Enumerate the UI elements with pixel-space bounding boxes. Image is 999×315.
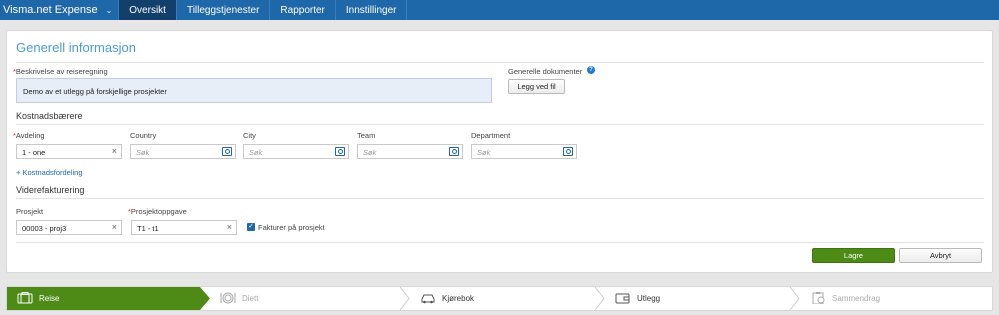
avdeling-input[interactable]: 1 - one ×: [16, 144, 122, 159]
page-title: Generell informasjon: [16, 40, 136, 55]
plate-icon: [220, 292, 236, 306]
description-field[interactable]: Demo av et utlegg på forskjellige prosje…: [16, 78, 492, 103]
clipboard-icon: [810, 291, 826, 306]
country-label: Country: [130, 131, 157, 140]
app-menu[interactable]: Visma.net Expense ⌄: [0, 0, 120, 20]
wizard-steps: Reise Diett Kjørebok Utlegg Sammendrag: [6, 286, 993, 311]
car-icon: [420, 292, 436, 306]
step-arrow: [790, 287, 800, 310]
tab-innstillinger[interactable]: Innstillinger: [336, 0, 408, 20]
step-utlegg[interactable]: Utlegg: [605, 287, 791, 310]
cost-distribution-link[interactable]: + Kostnadsfordeling: [16, 168, 83, 177]
search-icon[interactable]: [222, 147, 232, 156]
country-input[interactable]: Søk: [130, 144, 236, 159]
step-arrow: [595, 287, 605, 310]
project-input[interactable]: 00003 - proj3 ×: [16, 220, 122, 235]
invoice-project-checkbox[interactable]: ✓: [247, 223, 255, 231]
tab-rapporter[interactable]: Rapporter: [270, 0, 336, 20]
step-reise[interactable]: Reise: [7, 287, 200, 310]
step-arrow: [400, 287, 410, 310]
search-icon[interactable]: [335, 147, 345, 156]
city-label: City: [243, 131, 256, 140]
step-diett: Diett: [210, 287, 400, 310]
tab-tilleggstjenester[interactable]: Tilleggstjenester: [177, 0, 271, 20]
app-title: Visma.net Expense: [3, 4, 98, 16]
step-sammendrag: Sammendrag: [800, 287, 990, 310]
add-file-button[interactable]: Legg ved fil: [508, 79, 565, 94]
invoice-project-label: Fakturer på prosjekt: [258, 223, 325, 232]
clear-icon[interactable]: ×: [112, 222, 117, 232]
documents-label: Generelle dokumenter: [508, 67, 583, 76]
team-label: Team: [357, 131, 376, 140]
divider: [16, 62, 984, 63]
department-label: Department: [471, 131, 511, 140]
suitcase-icon: [17, 291, 33, 306]
cancel-button[interactable]: Avbryt: [899, 248, 982, 263]
search-icon[interactable]: [563, 147, 573, 156]
divider: [16, 198, 984, 199]
divider: [16, 124, 984, 125]
general-info-card: Generell informasjon *Beskrivelse av rei…: [6, 30, 993, 273]
avdeling-label: *Avdeling: [13, 131, 45, 140]
clear-icon[interactable]: ×: [227, 222, 232, 232]
team-input[interactable]: Søk: [357, 144, 463, 159]
top-nav: Visma.net Expense ⌄ Oversikt Tilleggstje…: [0, 0, 999, 20]
project-label: Prosjekt: [16, 207, 44, 216]
clear-icon[interactable]: ×: [112, 146, 117, 156]
search-icon[interactable]: [449, 147, 459, 156]
help-icon[interactable]: ?: [587, 66, 595, 74]
tab-oversikt[interactable]: Oversikt: [119, 0, 177, 20]
divider: [16, 242, 984, 243]
description-label: *Beskrivelse av reiseregning: [13, 67, 108, 76]
cost-carriers-heading: Kostnadsbærere: [16, 111, 83, 121]
save-button[interactable]: Lagre: [812, 248, 895, 263]
step-kjorebok[interactable]: Kjørebok: [410, 287, 600, 310]
wallet-icon: [615, 292, 631, 306]
department-input[interactable]: Søk: [471, 144, 577, 159]
step-arrow: [200, 287, 210, 310]
project-task-input[interactable]: T1 - t1 ×: [131, 220, 237, 235]
city-input[interactable]: Søk: [243, 144, 349, 159]
project-task-label: *Prosjektoppgave: [128, 207, 187, 216]
chevron-down-icon: ⌄: [105, 5, 113, 15]
rebilling-heading: Viderefakturering: [16, 185, 85, 195]
